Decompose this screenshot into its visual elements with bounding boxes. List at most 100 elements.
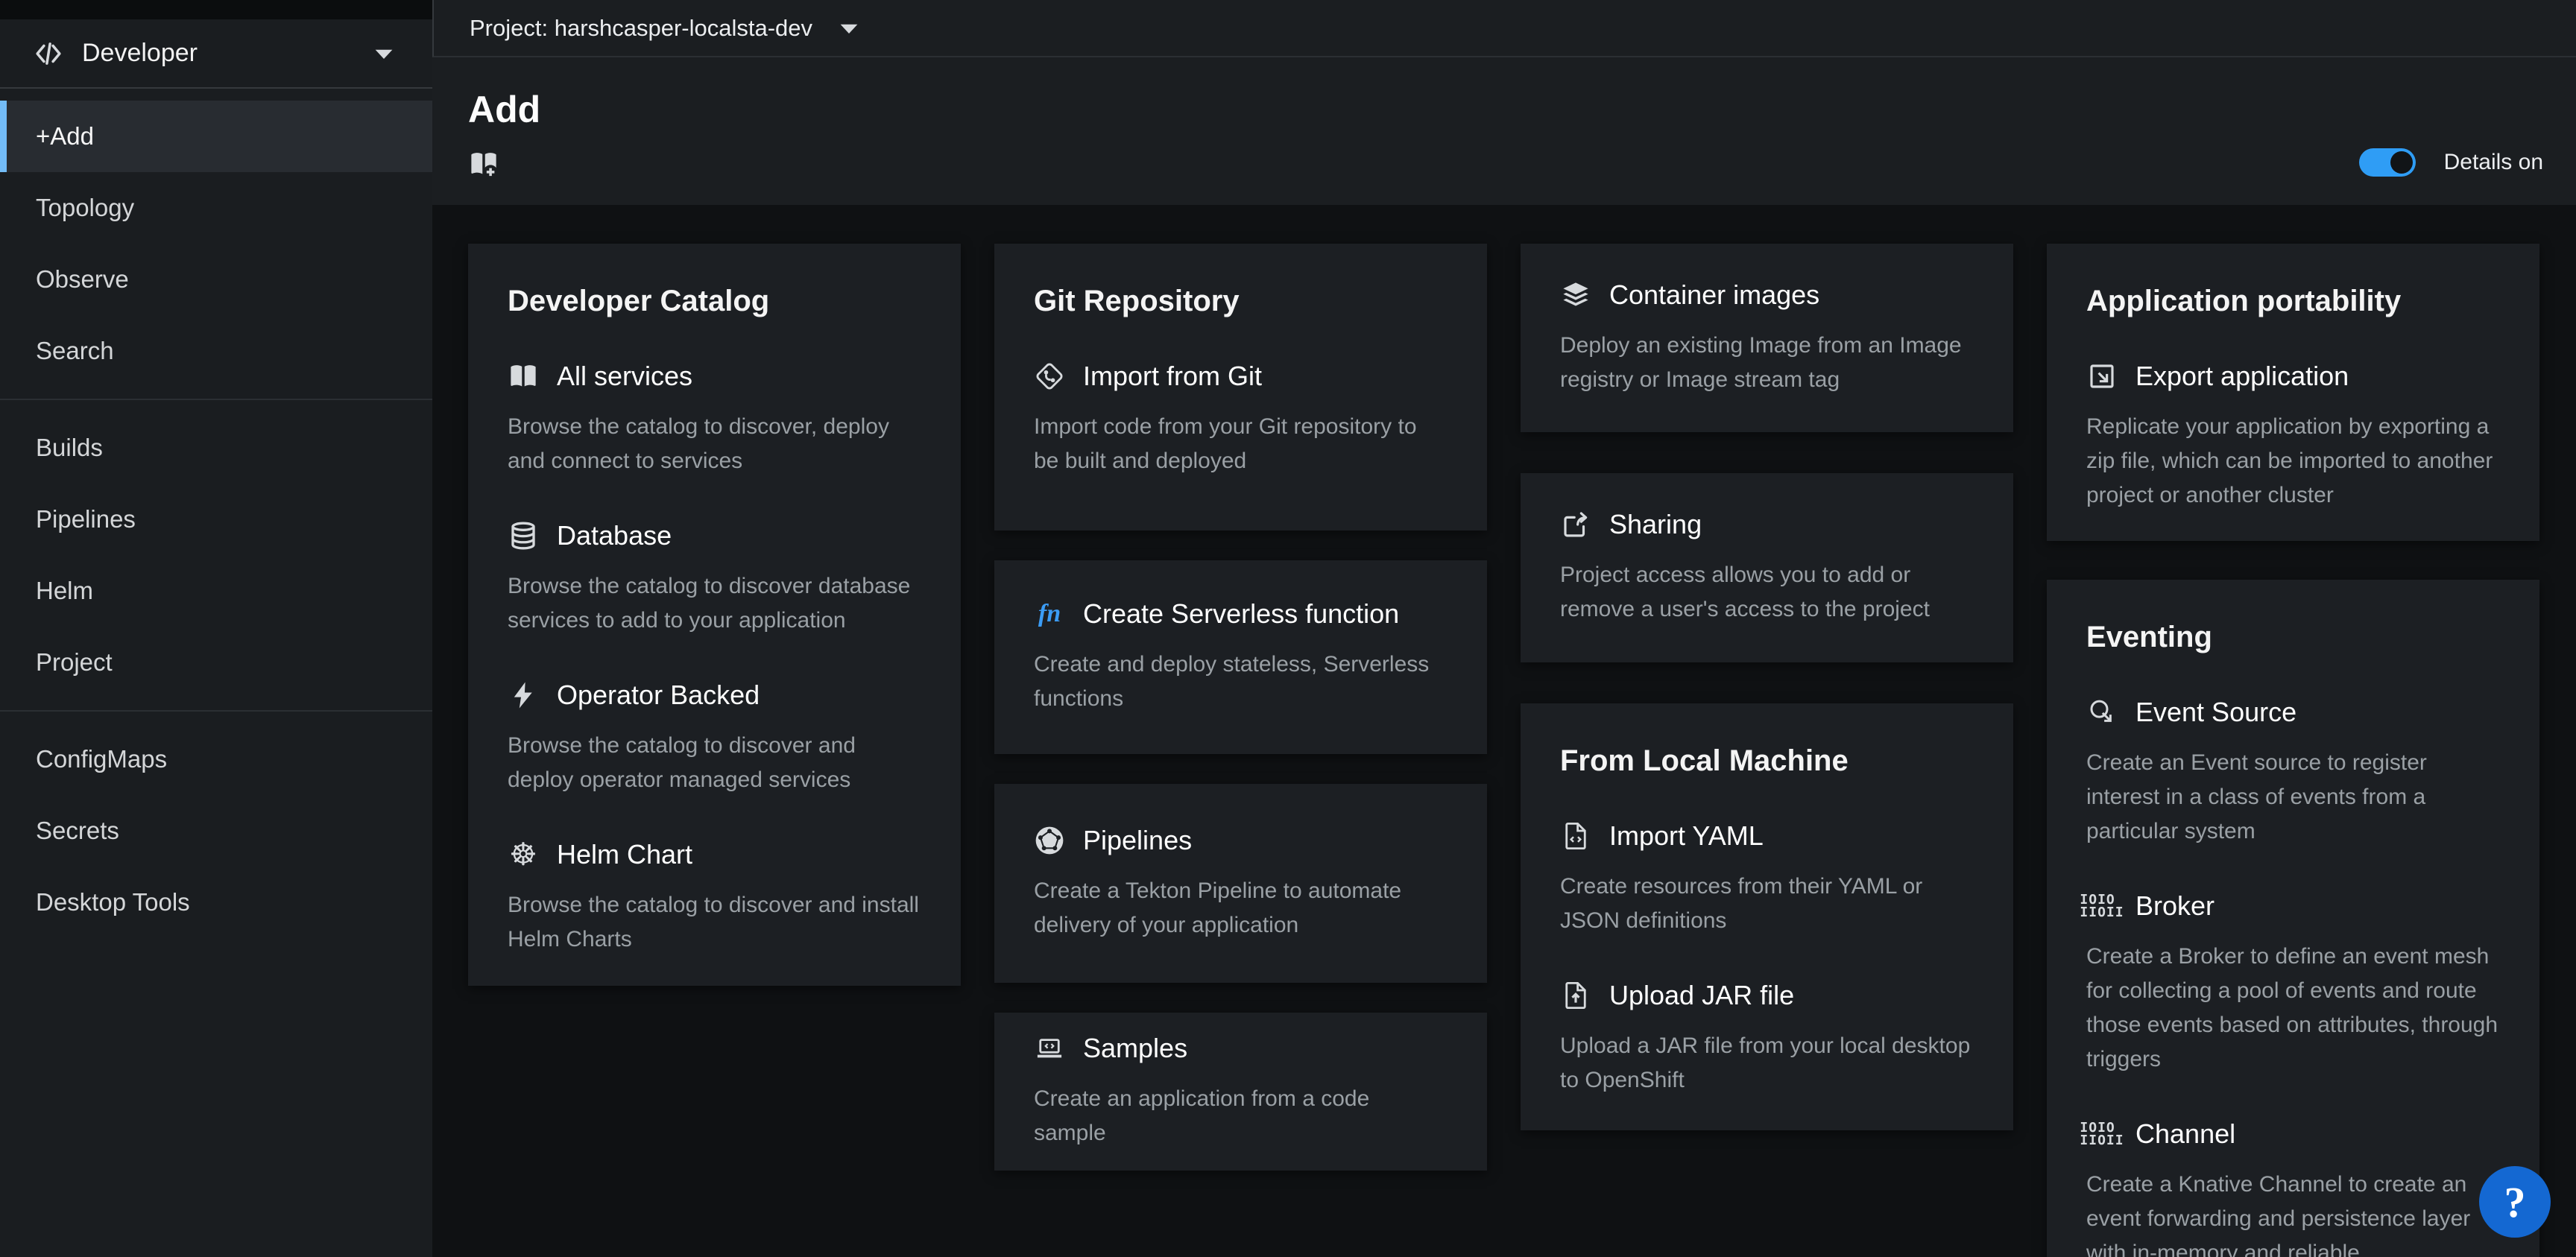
item-description: Browse the catalog to discover, deploy a… [508,410,921,478]
card-git-repository: Git Repository Import from Git Import co… [994,244,1487,531]
item-channel[interactable]: IOIO IIOII Channel Create a Knative Chan… [2086,1118,2500,1257]
item-import-from-git[interactable]: Import from Git Import code from your Gi… [1034,361,1448,478]
item-broker[interactable]: IOIO IIOII Broker Create a Broker to def… [2086,890,2500,1077]
sidebar-item-add[interactable]: +Add [0,101,432,172]
sidebar-top-strip [0,0,432,19]
bolt-icon [508,680,539,711]
details-toggle[interactable] [2359,148,2416,177]
item-title: Container images [1609,279,1819,311]
sidebar-item-topology[interactable]: Topology [0,172,432,244]
item-description: Browse the catalog to discover database … [508,569,921,638]
event-source-icon [2086,697,2118,728]
item-sharing[interactable]: Sharing Project access allows you to add… [1560,509,1974,627]
export-icon [2086,361,2118,392]
chevron-down-icon [368,38,400,69]
share-icon [1560,509,1591,540]
help-button[interactable]: ? [2479,1166,2551,1238]
git-icon [1034,361,1065,392]
main-area: Project: harshcasper-localsta-dev Add De… [432,0,2576,1257]
item-title: Broker [2135,890,2214,922]
details-toggle-knob [2390,151,2413,174]
item-description: Create a Tekton Pipeline to automate del… [1034,874,1448,943]
samples-icon [1034,1033,1065,1064]
perspective-name: Developer [82,39,198,68]
layers-icon [1560,279,1591,311]
helm-icon: ☸ [508,839,539,870]
item-title: Helm Chart [557,839,692,870]
binary-icon: IOIO IIOII [2086,890,2118,922]
sidebar-item-helm[interactable]: Helm [0,555,432,627]
item-helm-chart[interactable]: ☸ Helm Chart Browse the catalog to disco… [508,839,921,957]
item-description: Browse the catalog to discover and deplo… [508,729,921,797]
item-title: Upload JAR file [1609,980,1794,1011]
item-description: Create and deploy stateless, Serverless … [1034,648,1448,716]
nav-group-resources: Builds Pipelines Helm Project [0,399,432,710]
project-switcher-label: Project: harshcasper-localsta-dev [470,15,812,42]
sidebar-item-observe[interactable]: Observe [0,244,432,315]
item-upload-jar-file[interactable]: Upload JAR file Upload a JAR file from y… [1560,980,1974,1098]
sidebar-item-search[interactable]: Search [0,315,432,387]
item-description: Replicate your application by exporting … [2086,410,2500,513]
item-title: Database [557,520,672,551]
card-samples: Samples Create an application from a cod… [994,1013,1487,1171]
card-title-application-portability: Application portability [2086,283,2500,319]
function-icon: fn [1034,598,1065,630]
item-title: Channel [2135,1118,2235,1150]
question-icon: ? [2504,1177,2526,1227]
item-title: Operator Backed [557,680,760,711]
add-cards-grid: Developer Catalog All services Browse th… [432,205,2576,1257]
details-toggle-label: Details on [2444,150,2543,175]
item-import-yaml[interactable]: Import YAML Create resources from their … [1560,820,1974,938]
card-title-git-repository: Git Repository [1034,283,1448,319]
database-icon [508,520,539,551]
perspective-switcher[interactable]: Developer [0,19,432,89]
page-content: Add Details on Developer Catalog Al [432,57,2576,1257]
cards-column-4: Application portability Export applicati… [2047,244,2539,1257]
item-database[interactable]: Database Browse the catalog to discover … [508,520,921,638]
item-description: Create a Broker to define an event mesh … [2086,940,2500,1077]
item-title: Pipelines [1083,825,1192,856]
file-upload-icon [1560,980,1591,1011]
sidebar-item-configmaps[interactable]: ConfigMaps [0,724,432,795]
item-container-images[interactable]: Container images Deploy an existing Imag… [1560,279,1974,397]
binary-icon: IOIO IIOII [2086,1118,2118,1150]
item-title: Import YAML [1609,820,1764,852]
card-pipelines: Pipelines Create a Tekton Pipeline to au… [994,784,1487,983]
book-icon [508,361,539,392]
card-serverless-function: fn Create Serverless function Create and… [994,560,1487,754]
cards-column-1: Developer Catalog All services Browse th… [468,244,961,986]
item-description: Create an Event source to register inter… [2086,746,2500,849]
item-title: Event Source [2135,697,2296,728]
topbar: Project: harshcasper-localsta-dev [432,0,2576,57]
sidebar-item-builds[interactable]: Builds [0,412,432,484]
project-switcher[interactable]: Project: harshcasper-localsta-dev [470,13,865,44]
sidebar-item-pipelines[interactable]: Pipelines [0,484,432,555]
sidebar-item-secrets[interactable]: Secrets [0,795,432,867]
item-description: Project access allows you to add or remo… [1560,558,1974,627]
item-export-application[interactable]: Export application Replicate your applic… [2086,361,2500,513]
card-developer-catalog: Developer Catalog All services Browse th… [468,244,961,986]
item-pipelines[interactable]: Pipelines Create a Tekton Pipeline to au… [1034,825,1448,943]
card-application-portability: Application portability Export applicati… [2047,244,2539,541]
card-container-images: Container images Deploy an existing Imag… [1521,244,2013,432]
item-title: Import from Git [1083,361,1262,392]
card-sharing: Sharing Project access allows you to add… [1521,473,2013,662]
sidebar-item-project[interactable]: Project [0,627,432,698]
item-description: Create resources from their YAML or JSON… [1560,870,1974,938]
item-samples[interactable]: Samples Create an application from a cod… [1034,1033,1448,1150]
item-all-services[interactable]: All services Browse the catalog to disco… [508,361,921,478]
item-description: Deploy an existing Image from an Image r… [1560,329,1974,397]
code-icon [33,38,64,69]
item-event-source[interactable]: Event Source Create an Event source to r… [2086,697,2500,849]
item-description: Upload a JAR file from your local deskto… [1560,1029,1974,1098]
item-title: All services [557,361,692,392]
file-code-icon [1560,820,1591,852]
item-description: Create an application from a code sample [1034,1082,1448,1150]
sidebar-item-desktop-tools[interactable]: Desktop Tools [0,867,432,938]
item-operator-backed[interactable]: Operator Backed Browse the catalog to di… [508,680,921,797]
card-from-local-machine: From Local Machine Import YAML Create re… [1521,703,2013,1130]
item-create-serverless-function[interactable]: fn Create Serverless function Create and… [1034,598,1448,716]
item-title: Samples [1083,1033,1187,1064]
item-title: Sharing [1609,509,1702,540]
sidebar: Developer +Add Topology Observe Search B… [0,0,432,1257]
